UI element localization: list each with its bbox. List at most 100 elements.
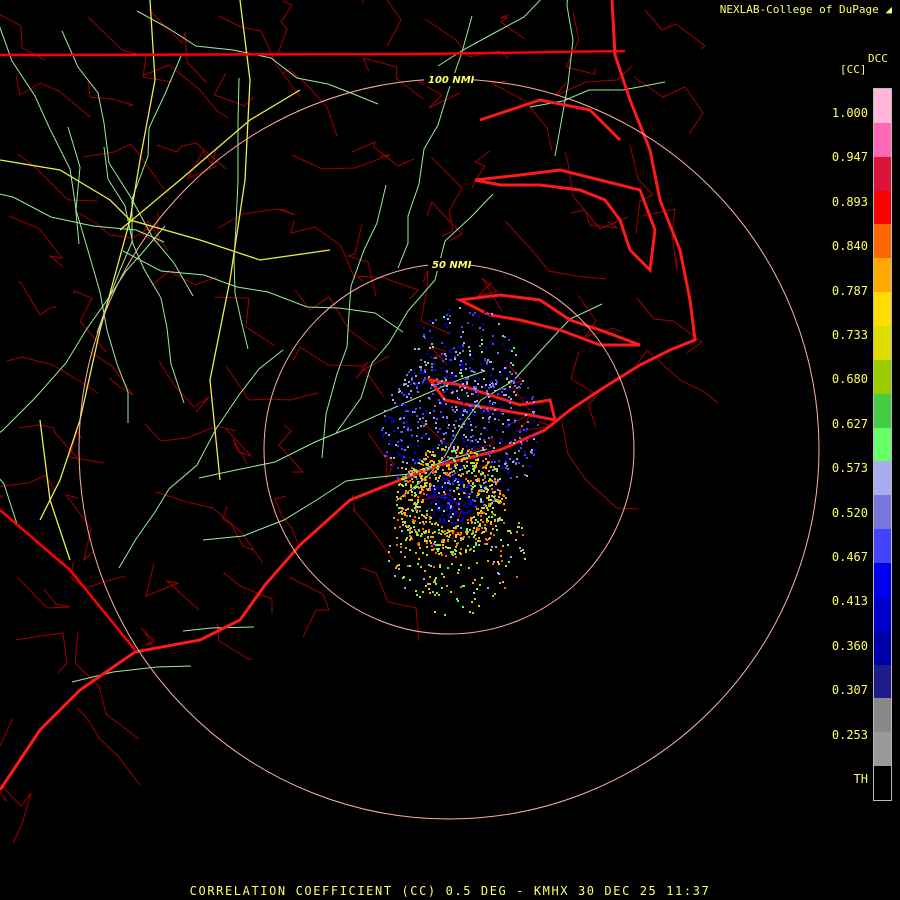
echo-pixel [484,524,486,526]
echo-pixel [448,536,450,538]
echo-pixel [418,462,420,464]
echo-pixel [434,581,436,583]
echo-pixel [449,475,451,477]
echo-pixel [462,383,464,385]
echo-pixel [427,464,429,466]
echo-pixel [423,523,425,525]
echo-pixel [488,418,490,420]
echo-pixel [455,556,457,558]
echo-pixel [443,438,445,440]
echo-pixel [459,498,461,500]
radar-map[interactable]: 100 NMI 50 NMI [0,0,900,900]
echo-pixel [489,485,491,487]
echo-pixel [406,491,408,493]
echo-pixel [450,551,452,553]
echo-pixel [495,500,497,502]
echo-pixel [400,498,402,500]
echo-pixel [509,388,511,390]
echo-pixel [460,475,462,477]
echo-pixel [506,453,508,455]
echo-pixel [463,434,465,436]
echo-pixel [457,542,459,544]
echo-pixel [505,467,507,469]
echo-pixel [482,323,484,325]
echo-pixel [509,530,511,532]
echo-pixel [451,438,453,440]
echo-pixel [472,483,474,485]
echo-pixel [432,346,434,348]
echo-pixel [459,412,461,414]
echo-pixel [456,488,458,490]
echo-pixel [467,503,469,505]
echo-pixel [502,343,504,345]
echo-pixel [429,521,431,523]
echo-pixel [472,582,474,584]
echo-pixel [435,499,437,501]
echo-pixel [421,488,423,490]
echo-pixel [458,425,460,427]
echo-pixel [473,505,475,507]
echo-pixel [473,516,475,518]
echo-pixel [480,510,482,512]
county-borders [0,0,719,844]
echo-pixel [447,567,449,569]
echo-pixel [478,480,480,482]
legend-swatch [874,393,891,428]
echo-pixel [399,483,401,485]
echo-pixel [441,540,443,542]
echo-pixel [423,425,425,427]
echo-pixel [473,546,475,548]
echo-pixel [466,392,468,394]
echo-pixel [414,516,416,518]
echo-pixel [485,384,487,386]
echo-pixel [426,540,428,542]
echo-pixel [471,448,473,450]
echo-pixel [514,418,516,420]
highway-line [61,30,194,297]
echo-pixel [463,441,465,443]
echo-pixel [411,378,413,380]
echo-pixel [415,509,417,511]
echo-pixel [462,414,464,416]
echo-pixel [508,487,510,489]
echo-pixel [493,496,495,498]
echo-pixel [443,433,445,435]
echo-pixel [419,506,421,508]
echo-pixel [459,552,461,554]
echo-pixel [443,491,445,493]
legend-label: 0.947 [831,150,868,165]
county-line [217,208,296,229]
legend-swatch [874,359,891,394]
echo-pixel [497,561,499,563]
echo-pixel [431,460,433,462]
echo-pixel [494,478,496,480]
echo-pixel [461,452,463,454]
echo-pixel [436,378,438,380]
echo-pixel [438,460,440,462]
echo-pixel [481,386,483,388]
county-line [500,13,526,40]
echo-pixel [411,478,413,480]
echo-pixel [441,587,443,589]
echo-pixel [479,540,481,542]
echo-pixel [467,519,469,521]
echo-pixel [447,427,449,429]
echo-pixel [385,432,387,434]
echo-pixel [494,409,496,411]
echo-pixel [409,579,411,581]
echo-pixel [441,573,443,575]
echo-pixel [469,510,471,512]
echo-pixel [507,489,509,491]
echo-pixel [537,433,539,435]
echo-pixel [396,496,398,498]
echo-pixel [450,518,452,520]
echo-pixel [501,406,503,408]
echo-pixel [454,450,456,452]
echo-pixel [513,347,515,349]
echo-pixel [454,411,456,413]
echo-pixel [457,532,459,534]
echo-pixel [465,551,467,553]
state-borders [0,49,626,651]
echo-pixel [416,386,418,388]
echo-pixel [429,592,431,594]
